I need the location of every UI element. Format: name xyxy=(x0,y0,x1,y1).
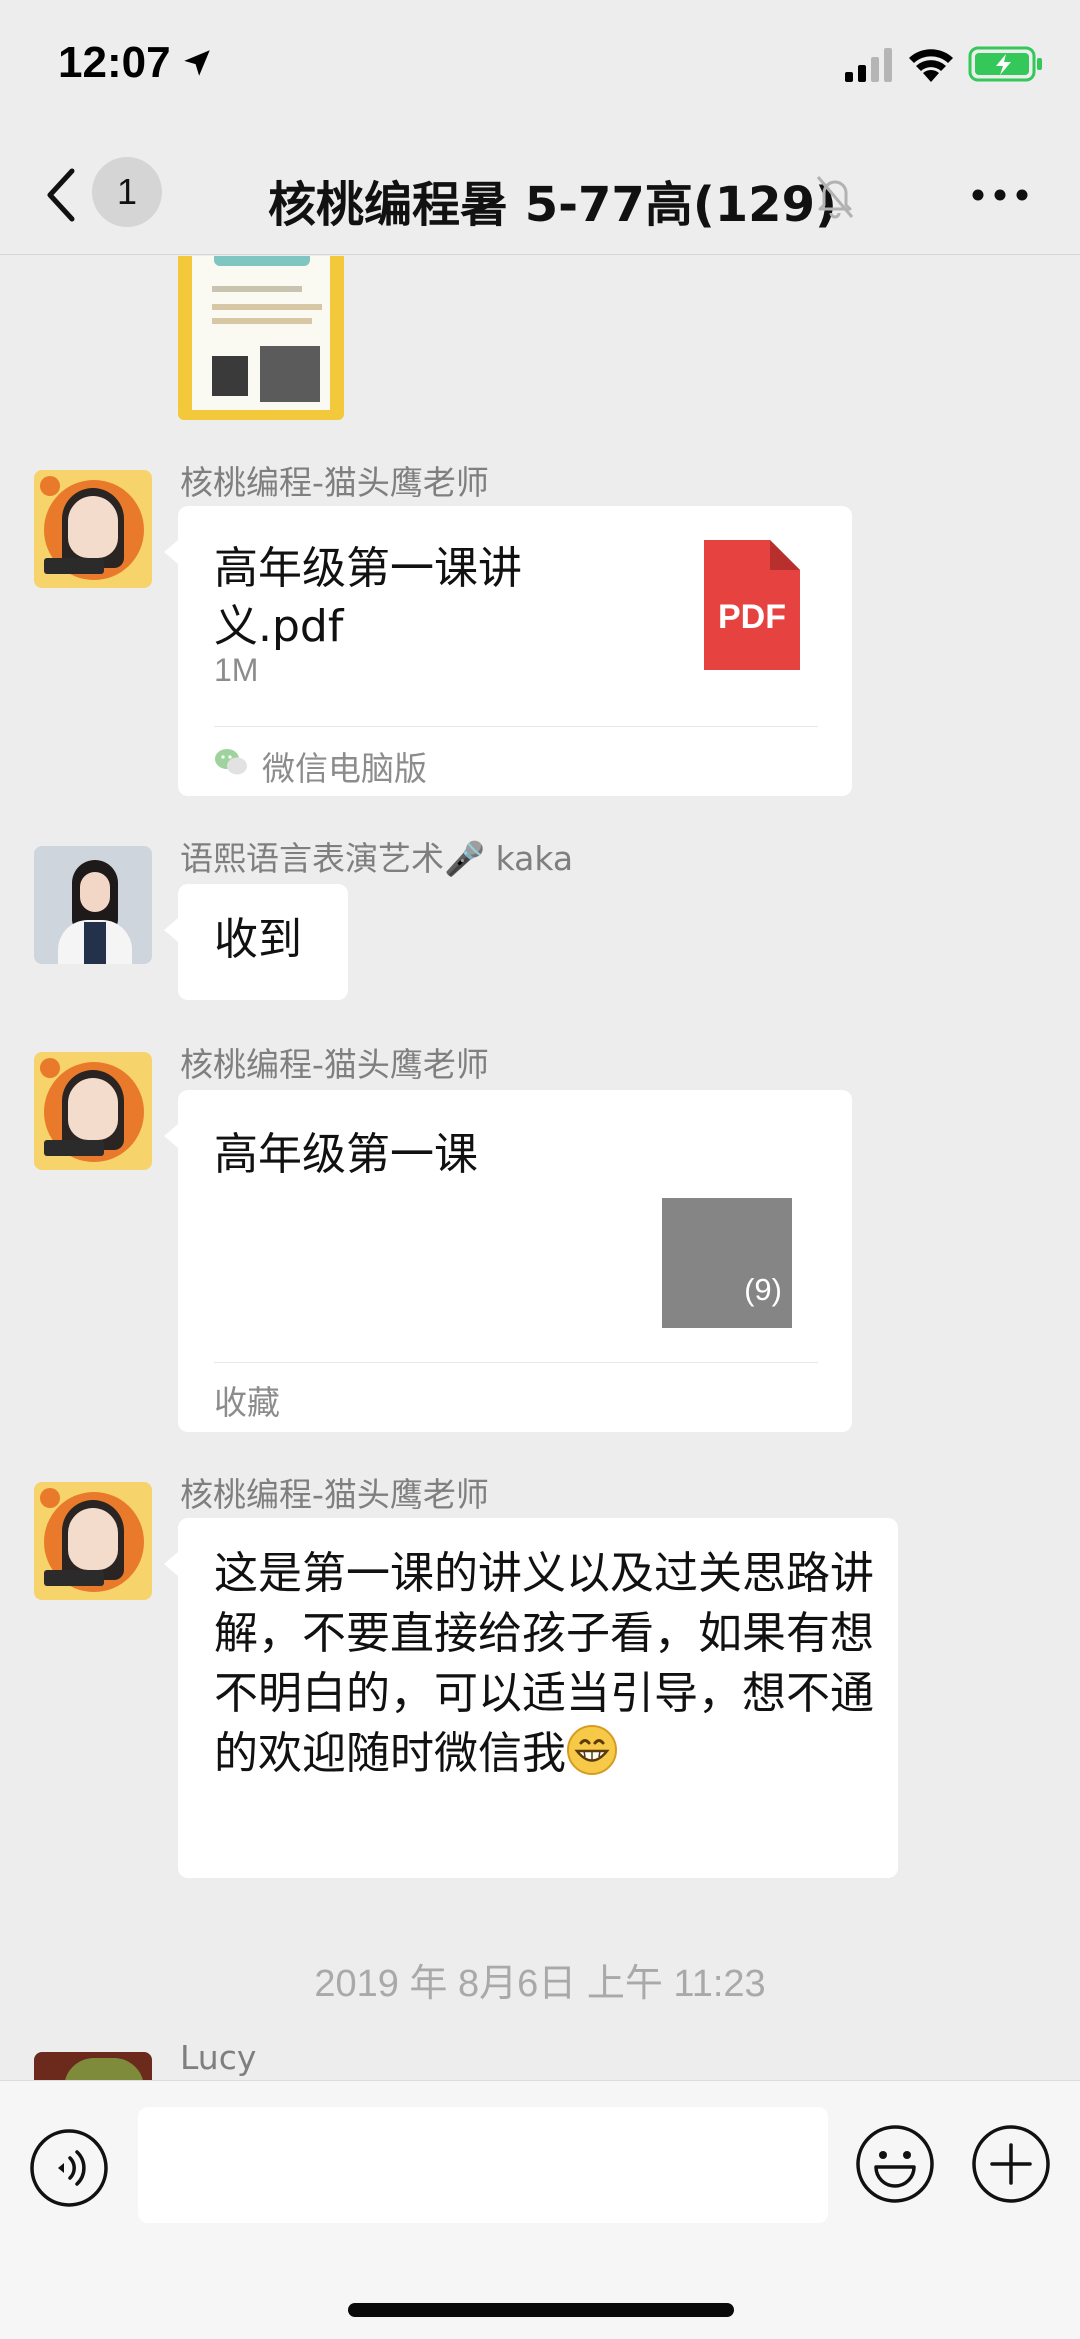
file-message-bubble[interactable]: 高年级第一课讲义.pdf 1M PDF 微信电脑版 xyxy=(164,506,852,796)
plus-circle-icon[interactable] xyxy=(970,2123,1052,2205)
file-size: 1M xyxy=(214,652,259,688)
pdf-label: PDF xyxy=(718,598,786,636)
avatar[interactable] xyxy=(34,1052,152,1170)
sender-name: Lucy xyxy=(180,2038,257,2077)
location-arrow-icon xyxy=(184,50,210,76)
favorite-title: 高年级第一课 xyxy=(214,1129,478,1180)
voice-icon[interactable] xyxy=(28,2127,110,2209)
home-indicator xyxy=(348,2303,734,2317)
avatar[interactable] xyxy=(34,1482,152,1600)
avatar[interactable] xyxy=(34,846,152,964)
chat-title: 核桃编程暑 5-77高(129) xyxy=(268,177,837,233)
wifi-icon xyxy=(909,49,953,82)
favorite-source-label: 收藏 xyxy=(214,1383,280,1422)
divider xyxy=(214,726,818,727)
divider xyxy=(214,1362,818,1363)
file-name: 高年级第一课讲义.pdf xyxy=(214,543,522,652)
message-text: 收到 xyxy=(214,914,302,965)
avatar[interactable] xyxy=(34,470,152,588)
image-message[interactable] xyxy=(178,256,344,420)
favorite-thumbnail xyxy=(662,1198,792,1328)
unread-count-badge[interactable]: 1 xyxy=(92,157,162,227)
chat-header: 1 核桃编程暑 5-77高(129) xyxy=(0,135,1080,255)
favorite-message-bubble[interactable]: 高年级第一课 (9) 收藏 xyxy=(164,1090,852,1432)
sender-name: 核桃编程-猫头鹰老师 xyxy=(180,463,489,502)
message-text: 这是第一课的讲义以及过关思路讲解，不要直接给孩子看，如果有想不明白的，可以适当引… xyxy=(214,1548,874,1779)
cellular-signal-icon xyxy=(845,48,892,82)
smile-icon[interactable] xyxy=(854,2123,936,2205)
back-icon[interactable] xyxy=(40,165,84,225)
more-dots-icon[interactable] xyxy=(968,175,1032,215)
sender-name: 语熙语言表演艺术🎤 kaka xyxy=(180,839,574,878)
status-bar: 12:07 xyxy=(0,0,1080,135)
sender-name: 核桃编程-猫头鹰老师 xyxy=(180,1475,489,1514)
avatar[interactable] xyxy=(34,2052,152,2080)
bell-slash-icon xyxy=(816,176,854,219)
text-message-bubble[interactable]: 收到 xyxy=(164,884,348,1000)
file-source-label: 微信电脑版 xyxy=(262,749,427,788)
input-bar xyxy=(0,2080,1080,2339)
message-text-block: 这是第一课的讲义以及过关思路讲解，不要直接给孩子看，如果有想不明白的，可以适当引… xyxy=(214,1544,874,1784)
wechat-logo-icon xyxy=(215,749,247,775)
sender-name: 核桃编程-猫头鹰老师 xyxy=(180,1045,489,1084)
message-list[interactable]: 核桃编程-猫头鹰老师 高年级第一课讲义.pdf 1M PDF 微信电脑版 语熙语… xyxy=(0,256,1080,2080)
text-message-bubble[interactable]: 这是第一课的讲义以及过关思路讲解，不要直接给孩子看，如果有想不明白的，可以适当引… xyxy=(164,1518,898,1878)
battery-icon xyxy=(968,46,1042,82)
message-input[interactable] xyxy=(138,2107,828,2223)
favorite-item-count: (9) xyxy=(744,1272,782,1307)
message-timestamp: 2019 年 8月6日 上午 11:23 xyxy=(314,1963,766,2005)
image-thumbnail xyxy=(192,256,330,410)
status-time: 12:07 xyxy=(58,38,171,87)
grin-emoji-icon xyxy=(567,1725,617,1775)
